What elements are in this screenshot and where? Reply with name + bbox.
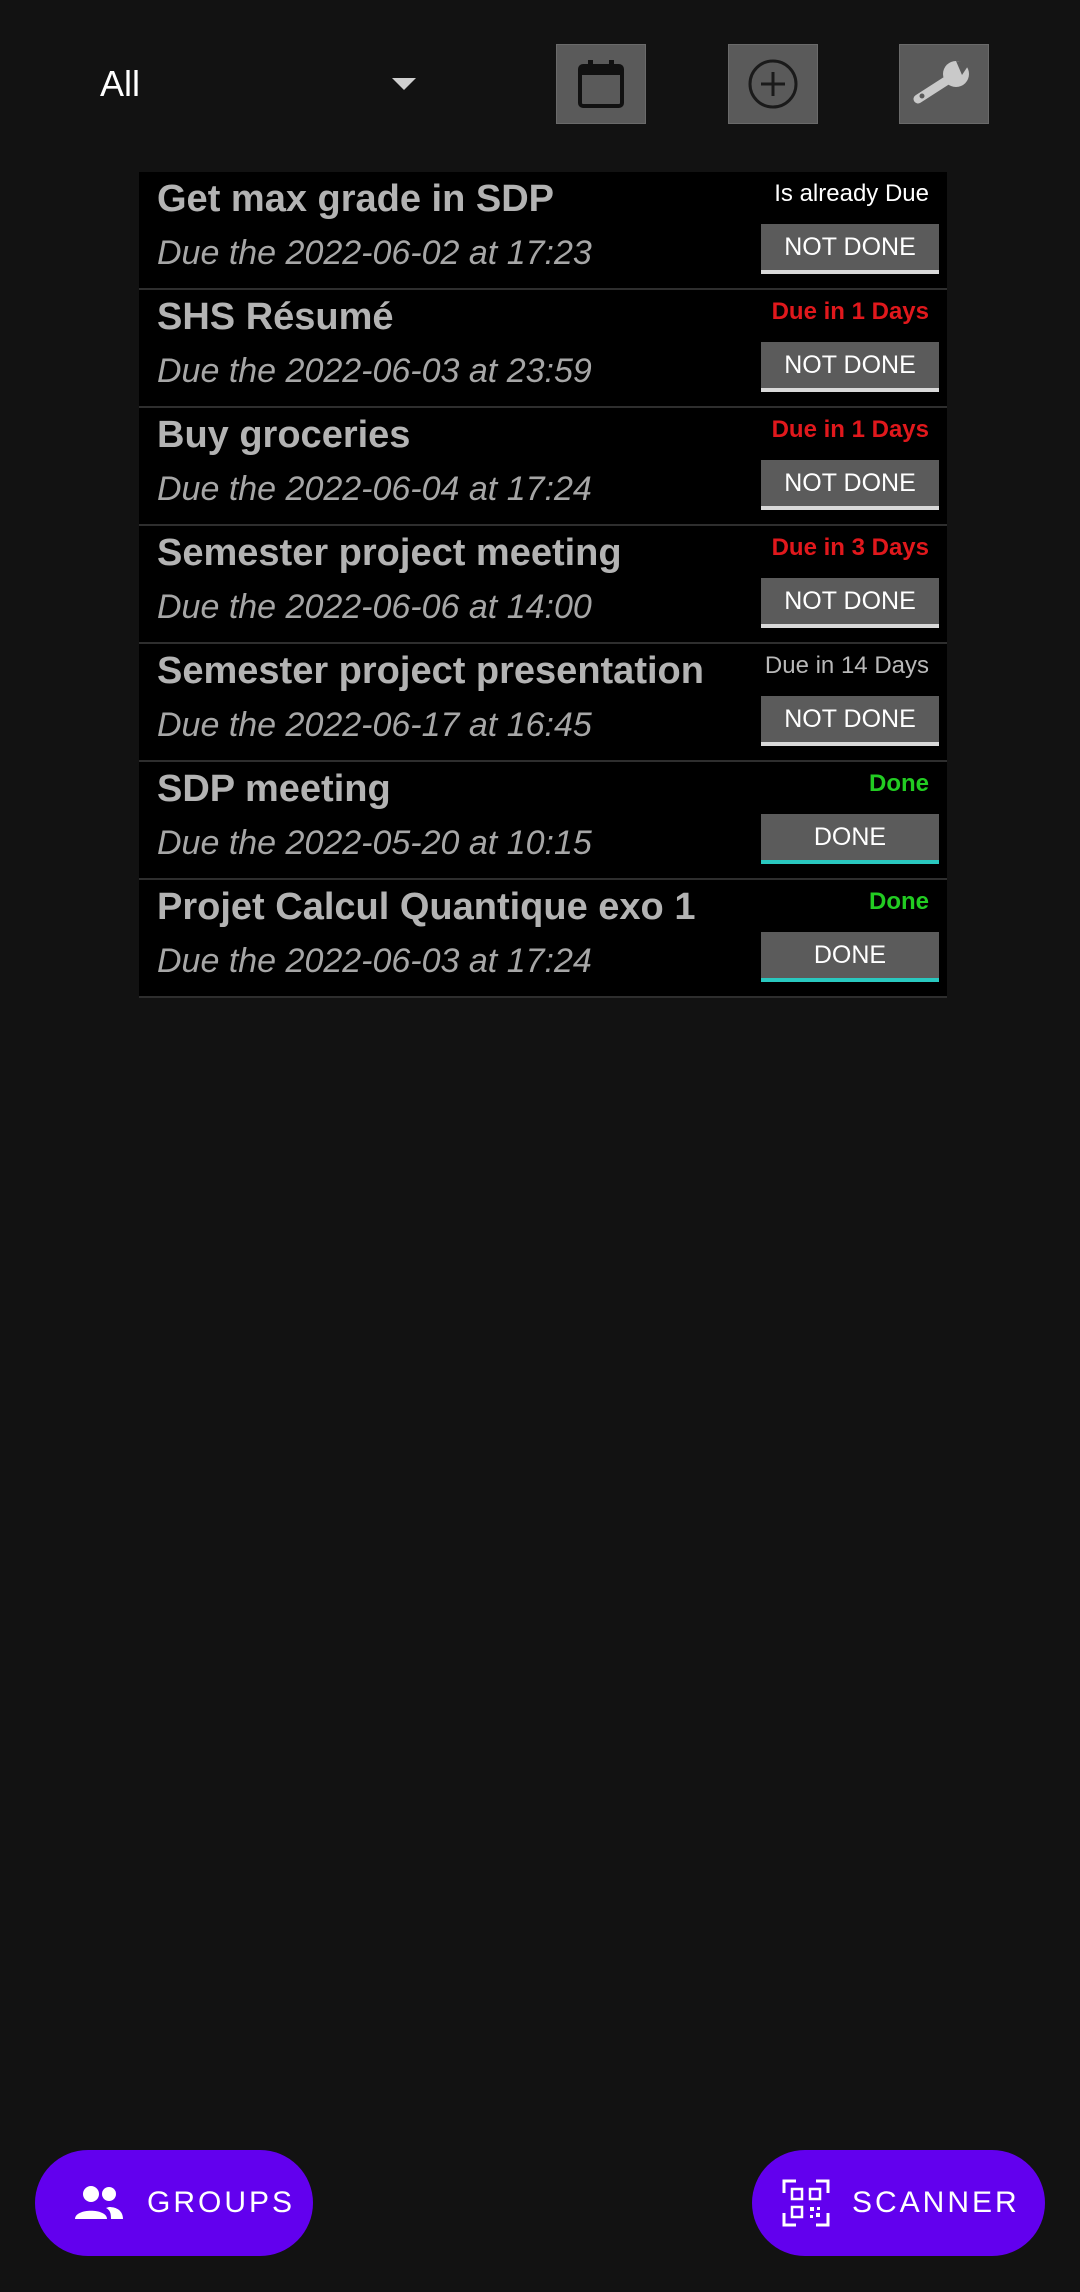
task-title: SDP meeting [157,768,391,810]
scanner-label: SCANNER [852,2186,1020,2219]
people-icon [73,2183,125,2223]
task-toggle-button[interactable]: DONE [761,932,939,982]
calendar-icon [578,60,624,108]
task-title: Get max grade in SDP [157,178,555,220]
groups-label: GROUPS [147,2186,296,2219]
task-due-date: Due the 2022-06-03 at 23:59 [157,352,592,390]
scanner-button[interactable]: SCANNER [752,2150,1045,2256]
add-task-button[interactable] [728,44,818,124]
task-due-date: Due the 2022-06-04 at 17:24 [157,470,592,508]
task-toggle-button[interactable]: NOT DONE [761,342,939,392]
task-due-date: Due the 2022-06-17 at 16:45 [157,706,592,744]
calendar-button[interactable] [556,44,646,124]
task-title: SHS Résumé [157,296,394,338]
task-status: Done [869,888,929,915]
task-status: Done [869,770,929,797]
task-row[interactable]: Get max grade in SDP Due the 2022-06-02 … [139,172,947,290]
task-due-date: Due the 2022-05-20 at 10:15 [157,824,592,862]
wrench-icon [913,61,970,104]
task-due-date: Due the 2022-06-03 at 17:24 [157,942,592,980]
add-circle-icon [748,59,798,109]
task-due-date: Due the 2022-06-02 at 17:23 [157,234,592,272]
task-toggle-button[interactable]: NOT DONE [761,224,939,274]
chevron-down-icon [392,78,416,90]
task-title: Projet Calcul Quantique exo 1 [157,886,696,928]
filter-selected-value: All [100,63,141,104]
task-due-date: Due the 2022-06-06 at 14:00 [157,588,592,626]
task-row[interactable]: SDP meeting Due the 2022-05-20 at 10:15 … [139,762,947,880]
task-status: Due in 14 Days [764,652,929,679]
task-status: Due in 1 Days [771,298,929,325]
task-status: Due in 3 Days [771,534,929,561]
task-row[interactable]: SHS Résumé Due the 2022-06-03 at 23:59 D… [139,290,947,408]
task-title: Buy groceries [157,414,411,456]
settings-button[interactable] [899,44,989,124]
task-toggle-button[interactable]: NOT DONE [761,578,939,628]
filter-dropdown[interactable]: All [100,44,430,124]
task-status: Is already Due [774,180,929,207]
qr-scanner-icon [782,2179,830,2227]
task-title: Semester project presentation [157,650,704,692]
task-row[interactable]: Semester project presentation Due the 20… [139,644,947,762]
task-row[interactable]: Semester project meeting Due the 2022-06… [139,526,947,644]
top-toolbar: All [0,0,1080,170]
task-toggle-button[interactable]: NOT DONE [761,460,939,510]
groups-button[interactable]: GROUPS [35,2150,313,2256]
task-toggle-button[interactable]: NOT DONE [761,696,939,746]
task-toggle-button[interactable]: DONE [761,814,939,864]
task-title: Semester project meeting [157,532,622,574]
task-list: Get max grade in SDP Due the 2022-06-02 … [139,172,947,998]
task-status: Due in 1 Days [771,416,929,443]
task-row[interactable]: Projet Calcul Quantique exo 1 Due the 20… [139,880,947,998]
task-row[interactable]: Buy groceries Due the 2022-06-04 at 17:2… [139,408,947,526]
